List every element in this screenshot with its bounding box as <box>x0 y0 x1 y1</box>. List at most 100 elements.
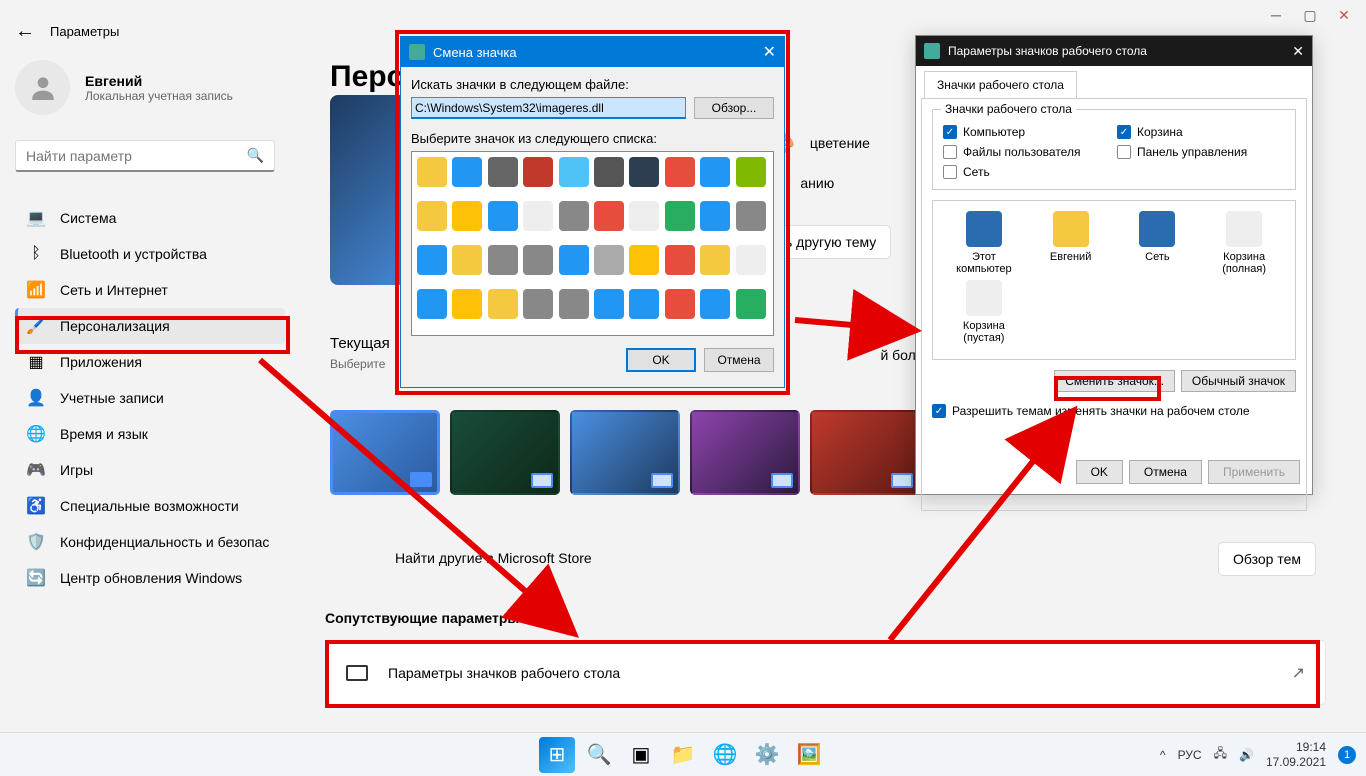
checkbox-item[interactable]: Файлы пользователя <box>943 145 1111 159</box>
pinned-app[interactable]: 🖼️ <box>791 737 827 773</box>
icon-option[interactable] <box>559 157 589 187</box>
icon-option[interactable] <box>736 289 766 319</box>
explorer-button[interactable]: 📁 <box>665 737 701 773</box>
icon-option[interactable] <box>665 289 695 319</box>
icon-option[interactable] <box>523 289 553 319</box>
icon-option[interactable] <box>629 201 659 231</box>
icon-option[interactable] <box>736 245 766 275</box>
network-icon[interactable]: 🖧 <box>1214 744 1227 765</box>
search-field[interactable] <box>26 148 247 164</box>
sidebar-item[interactable]: ▦Приложения <box>15 344 285 380</box>
clock[interactable]: 19:14 17.09.2021 <box>1266 740 1326 769</box>
cancel-button[interactable]: Отмена <box>1129 460 1202 484</box>
start-button[interactable]: ⊞ <box>539 737 575 773</box>
icon-option[interactable] <box>488 157 518 187</box>
icon-option[interactable] <box>629 245 659 275</box>
icon-option[interactable] <box>417 201 447 231</box>
cancel-button[interactable]: Отмена <box>704 348 774 372</box>
close-icon[interactable]: ✕ <box>1292 43 1304 60</box>
icon-option[interactable] <box>452 245 482 275</box>
sidebar-item[interactable]: ♿Специальные возможности <box>15 488 285 524</box>
volume-icon[interactable]: 🔊 <box>1239 748 1254 762</box>
apply-button[interactable]: Применить <box>1208 460 1300 484</box>
desktop-icon-preview[interactable]: Корзина (полная) <box>1203 211 1285 275</box>
sidebar-item[interactable]: 💻Система <box>15 200 285 236</box>
icon-option[interactable] <box>488 245 518 275</box>
allow-themes-checkbox[interactable]: ✓ Разрешить темам изменять значки на раб… <box>932 404 1296 418</box>
icon-option[interactable] <box>559 245 589 275</box>
settings-button[interactable]: ⚙️ <box>749 737 785 773</box>
sidebar-item[interactable]: 🖌️Персонализация <box>15 308 285 344</box>
path-input[interactable] <box>411 97 686 119</box>
icon-option[interactable] <box>665 245 695 275</box>
default-icon-button[interactable]: Обычный значок <box>1181 370 1296 392</box>
theme-thumb[interactable] <box>810 410 920 495</box>
checkbox-item[interactable]: Сеть <box>943 165 1111 179</box>
tab-desktop-icons[interactable]: Значки рабочего стола <box>924 71 1077 98</box>
checkbox-item[interactable]: ✓Корзина <box>1117 125 1285 139</box>
icon-option[interactable] <box>559 201 589 231</box>
icon-option[interactable] <box>629 289 659 319</box>
close-icon[interactable]: ✕ <box>763 42 776 62</box>
icon-option[interactable] <box>594 245 624 275</box>
sidebar-item[interactable]: 🛡️Конфиденциальность и безопас <box>15 524 285 560</box>
maximize-icon[interactable]: ▢ <box>1303 8 1317 22</box>
icon-option[interactable] <box>700 245 730 275</box>
search-input[interactable]: 🔍 <box>15 140 275 172</box>
theme-thumb[interactable] <box>570 410 680 495</box>
language-indicator[interactable]: РУС <box>1178 748 1202 762</box>
ok-button[interactable]: OK <box>1076 460 1123 484</box>
icon-option[interactable] <box>523 157 553 187</box>
icon-option[interactable] <box>417 157 447 187</box>
checkbox-item[interactable]: ✓Компьютер <box>943 125 1111 139</box>
sidebar-item[interactable]: 📶Сеть и Интернет <box>15 272 285 308</box>
sidebar-item[interactable]: 🌐Время и язык <box>15 416 285 452</box>
icon-option[interactable] <box>417 289 447 319</box>
desktop-icon-preview[interactable]: Евгений <box>1030 211 1112 275</box>
icon-option[interactable] <box>700 201 730 231</box>
theme-thumb[interactable] <box>690 410 800 495</box>
theme-thumb[interactable] <box>450 410 560 495</box>
choose-theme-button[interactable]: ь другую тему <box>770 225 891 259</box>
icon-option[interactable] <box>700 157 730 187</box>
desktop-icon-preview[interactable]: Этот компьютер <box>943 211 1025 275</box>
sidebar-item[interactable]: ᛒBluetooth и устройства <box>15 236 285 272</box>
icon-option[interactable] <box>736 157 766 187</box>
store-link[interactable]: Найти другие в Microsoft Store <box>395 550 592 566</box>
icon-option[interactable] <box>736 201 766 231</box>
icon-grid[interactable] <box>411 151 774 336</box>
icon-option[interactable] <box>488 201 518 231</box>
close-icon[interactable]: ✕ <box>1337 8 1351 22</box>
icon-option[interactable] <box>523 201 553 231</box>
icon-option[interactable] <box>452 201 482 231</box>
browse-button[interactable]: Обзор... <box>694 97 774 119</box>
overview-button[interactable]: Обзор тем <box>1218 542 1316 576</box>
desktop-icons-card[interactable]: Параметры значков рабочего стола ↗ <box>325 640 1326 705</box>
dialog-titlebar[interactable]: Параметры значков рабочего стола ✕ <box>916 36 1312 66</box>
icon-option[interactable] <box>523 245 553 275</box>
user-block[interactable]: Евгений Локальная учетная запись <box>15 60 233 115</box>
search-button[interactable]: 🔍 <box>581 737 617 773</box>
theme-thumb[interactable] <box>330 410 440 495</box>
sidebar-item[interactable]: 👤Учетные записи <box>15 380 285 416</box>
icon-option[interactable] <box>700 289 730 319</box>
icon-option[interactable] <box>594 157 624 187</box>
icon-option[interactable] <box>452 157 482 187</box>
back-arrow-icon[interactable]: ← <box>15 20 35 43</box>
desktop-icon-preview[interactable]: Корзина (пустая) <box>943 280 1025 344</box>
icon-option[interactable] <box>629 157 659 187</box>
edge-button[interactable]: 🌐 <box>707 737 743 773</box>
change-icon-button[interactable]: Сменить значок... <box>1054 370 1175 392</box>
icon-option[interactable] <box>594 289 624 319</box>
icon-option[interactable] <box>488 289 518 319</box>
ok-button[interactable]: OK <box>626 348 696 372</box>
checkbox-item[interactable]: Панель управления <box>1117 145 1285 159</box>
desktop-icon-preview[interactable]: Сеть <box>1117 211 1199 275</box>
icon-option[interactable] <box>594 201 624 231</box>
icon-option[interactable] <box>559 289 589 319</box>
notification-badge[interactable]: 1 <box>1338 746 1356 764</box>
sidebar-item[interactable]: 🔄Центр обновления Windows <box>15 560 285 596</box>
icon-option[interactable] <box>665 157 695 187</box>
sidebar-item[interactable]: 🎮Игры <box>15 452 285 488</box>
chevron-up-icon[interactable]: ^ <box>1160 748 1166 762</box>
